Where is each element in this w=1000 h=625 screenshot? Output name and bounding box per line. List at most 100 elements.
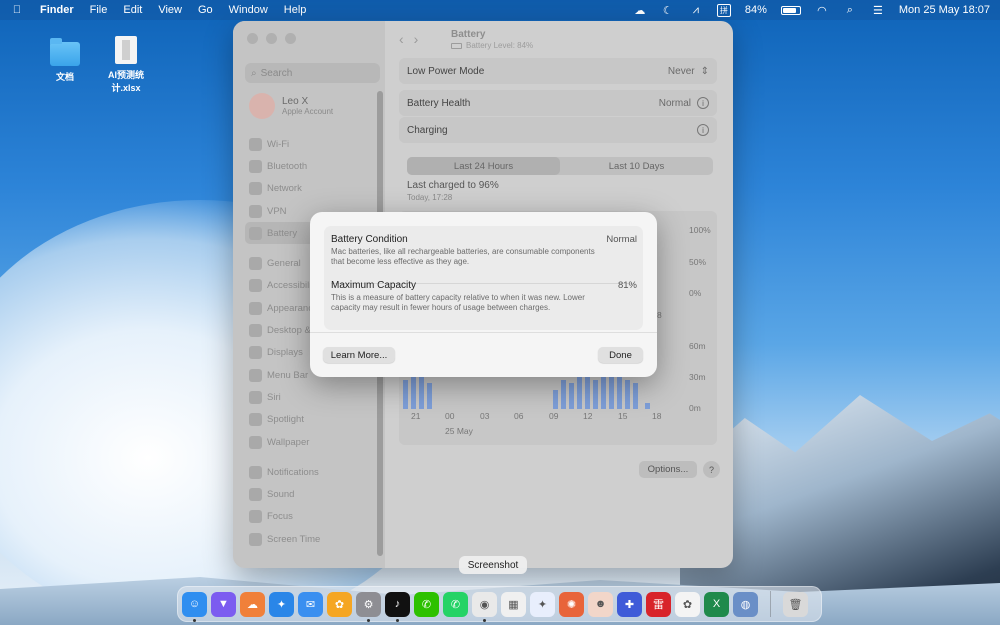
divider bbox=[310, 332, 657, 333]
sidebar-item-spotlight[interactable]: Spotlight bbox=[249, 409, 374, 431]
dock-glyph: ▼ bbox=[218, 598, 229, 610]
cloud-status-icon[interactable]: ☁ bbox=[633, 4, 647, 17]
sidebar-item-network[interactable]: Network bbox=[249, 178, 374, 200]
apple-menu-icon[interactable]:  bbox=[10, 4, 24, 16]
sidebar-item-label: Sound bbox=[267, 489, 295, 501]
close-button[interactable] bbox=[247, 33, 258, 44]
desktop-item-folder[interactable]: 文档 bbox=[35, 38, 95, 83]
dock-glyph: 雷 bbox=[653, 599, 664, 611]
battery-health-info-icon[interactable]: i bbox=[697, 97, 709, 109]
screenshot-icon[interactable]: ◉ bbox=[472, 591, 497, 622]
minimize-button[interactable] bbox=[266, 33, 277, 44]
usage-bar bbox=[427, 383, 432, 409]
menu-window[interactable]: Window bbox=[229, 4, 268, 16]
network-icon bbox=[249, 182, 262, 196]
x-tick-label: 12 bbox=[583, 411, 593, 421]
vpn-app-icon[interactable]: ▼ bbox=[211, 591, 236, 617]
app-menu[interactable]: Finder bbox=[40, 4, 74, 16]
disk-utility-icon[interactable]: ◍ bbox=[733, 591, 758, 617]
done-button[interactable]: Done bbox=[598, 347, 643, 363]
sidebar-item-label: Wi-Fi bbox=[267, 138, 290, 150]
apple-account-profile[interactable]: Leo X Apple Account bbox=[249, 93, 333, 119]
charging-info-icon[interactable]: i bbox=[697, 124, 709, 136]
last-charged-text: Last charged to 96% bbox=[407, 180, 499, 191]
running-indicator bbox=[367, 618, 370, 622]
photos-icon[interactable]: ✿ bbox=[327, 591, 352, 617]
usage-bar bbox=[569, 383, 574, 409]
maximum-capacity-label: Maximum Capacity bbox=[331, 280, 417, 291]
sidebar-item-sound[interactable]: Sound bbox=[249, 483, 374, 505]
options-button[interactable]: Options... bbox=[639, 461, 697, 478]
trash-icon[interactable]: 🗑 bbox=[783, 591, 808, 617]
tab-last-10-days[interactable]: Last 10 Days bbox=[560, 157, 713, 175]
wifi-icon[interactable]: ◠ bbox=[815, 4, 829, 17]
sidebar-item-bluetooth[interactable]: Bluetooth bbox=[249, 155, 374, 177]
battery-icon[interactable] bbox=[780, 5, 801, 15]
menu-file[interactable]: File bbox=[90, 4, 108, 16]
spotlight-search-icon[interactable]: ⌕ bbox=[843, 4, 857, 16]
menu-edit[interactable]: Edit bbox=[123, 4, 142, 16]
usage-bar bbox=[593, 380, 598, 409]
avatar-app-icon[interactable]: ☻ bbox=[588, 591, 613, 617]
maximum-capacity-description: This is a measure of battery capacity re… bbox=[331, 293, 585, 312]
x-tick-label: 15 bbox=[618, 411, 628, 421]
sidebar-item-siri[interactable]: Siri bbox=[249, 386, 374, 408]
usage-bar bbox=[403, 380, 408, 409]
leishen-icon[interactable]: 雷 bbox=[646, 591, 671, 617]
sidebar-item-label: Wallpaper bbox=[267, 436, 310, 448]
level-axis-label: 0% bbox=[689, 288, 702, 298]
cloud-app-icon[interactable]: ☁ bbox=[240, 591, 265, 617]
usage-axis-label: 30m bbox=[689, 372, 706, 382]
sidebar-item-label: Screen Time bbox=[267, 533, 321, 545]
battery-condition-description: Mac batteries, like all rechargeable bat… bbox=[331, 247, 595, 266]
desktop-item-xlsx[interactable]: AI预测统计.xlsx bbox=[96, 36, 156, 94]
forward-chevron-icon[interactable]: › bbox=[414, 31, 419, 47]
x-tick-label: 21 bbox=[411, 411, 421, 421]
sidebar-item-notifications[interactable]: Notifications bbox=[249, 461, 374, 483]
ai-assistant-icon[interactable]: ✦ bbox=[530, 591, 555, 617]
learn-more-button[interactable]: Learn More... bbox=[323, 347, 395, 363]
focus-moon-icon[interactable]: ☾ bbox=[661, 4, 675, 17]
sidebar-search-input[interactable]: ⌕ Search bbox=[245, 63, 380, 83]
battery-health-card: Battery Condition Normal Mac batteries, … bbox=[324, 226, 643, 330]
low-power-mode-select[interactable]: Never ⇕ bbox=[668, 66, 709, 77]
tiktok-icon[interactable]: ♪ bbox=[385, 591, 410, 622]
menubar-clock[interactable]: Mon 25 May 18:07 bbox=[899, 4, 990, 16]
dock-glyph: ✦ bbox=[276, 598, 287, 611]
control-center-icon[interactable]: ☰ bbox=[871, 4, 885, 17]
safari-icon[interactable]: ✦ bbox=[269, 591, 294, 617]
battery-percent[interactable]: 84% bbox=[745, 4, 767, 16]
mail-icon[interactable]: ✉ bbox=[298, 591, 323, 617]
palette-app-icon[interactable]: ✿ bbox=[675, 591, 700, 617]
sound-icon bbox=[249, 488, 262, 502]
blue-app-icon[interactable]: ✚ bbox=[617, 591, 642, 617]
dock-glyph: ☁ bbox=[247, 598, 258, 611]
tab-last-24-hours[interactable]: Last 24 Hours bbox=[407, 157, 560, 175]
menu-go[interactable]: Go bbox=[198, 4, 213, 16]
whatsapp-icon[interactable]: ✆ bbox=[443, 591, 468, 617]
help-button[interactable]: ? bbox=[703, 461, 720, 478]
wechat-icon[interactable]: ✆ bbox=[414, 591, 439, 617]
sidebar-item-focus[interactable]: Focus bbox=[249, 506, 374, 528]
airdrop-icon[interactable]: ⩘ bbox=[689, 4, 703, 16]
focus-icon bbox=[249, 510, 262, 524]
sidebar-item-label: Bluetooth bbox=[267, 160, 308, 172]
input-method-icon[interactable]: 拼 bbox=[716, 3, 731, 17]
charging-row: Charging i bbox=[399, 117, 717, 143]
system-settings-icon[interactable]: ⚙ bbox=[356, 591, 381, 622]
back-chevron-icon[interactable]: ‹ bbox=[399, 31, 404, 47]
menu-view[interactable]: View bbox=[158, 4, 182, 16]
sidebar-item-screen-time[interactable]: Screen Time bbox=[249, 528, 374, 550]
finder-icon[interactable]: ☺ bbox=[182, 591, 207, 622]
launchpad-icon[interactable]: ▦ bbox=[501, 591, 526, 617]
usage-bar bbox=[561, 380, 566, 409]
zoom-button[interactable] bbox=[285, 33, 296, 44]
profile-subtitle: Apple Account bbox=[282, 107, 334, 116]
claude-icon[interactable]: ✺ bbox=[559, 591, 584, 617]
excel-icon[interactable]: X bbox=[704, 591, 729, 617]
dock-glyph: ☺ bbox=[188, 598, 201, 610]
sidebar-item-wallpaper[interactable]: Wallpaper bbox=[249, 431, 374, 453]
sidebar-item-wifi[interactable]: Wi-Fi bbox=[249, 133, 374, 155]
maximum-capacity-value: 81% bbox=[617, 280, 637, 291]
menu-help[interactable]: Help bbox=[284, 4, 307, 16]
